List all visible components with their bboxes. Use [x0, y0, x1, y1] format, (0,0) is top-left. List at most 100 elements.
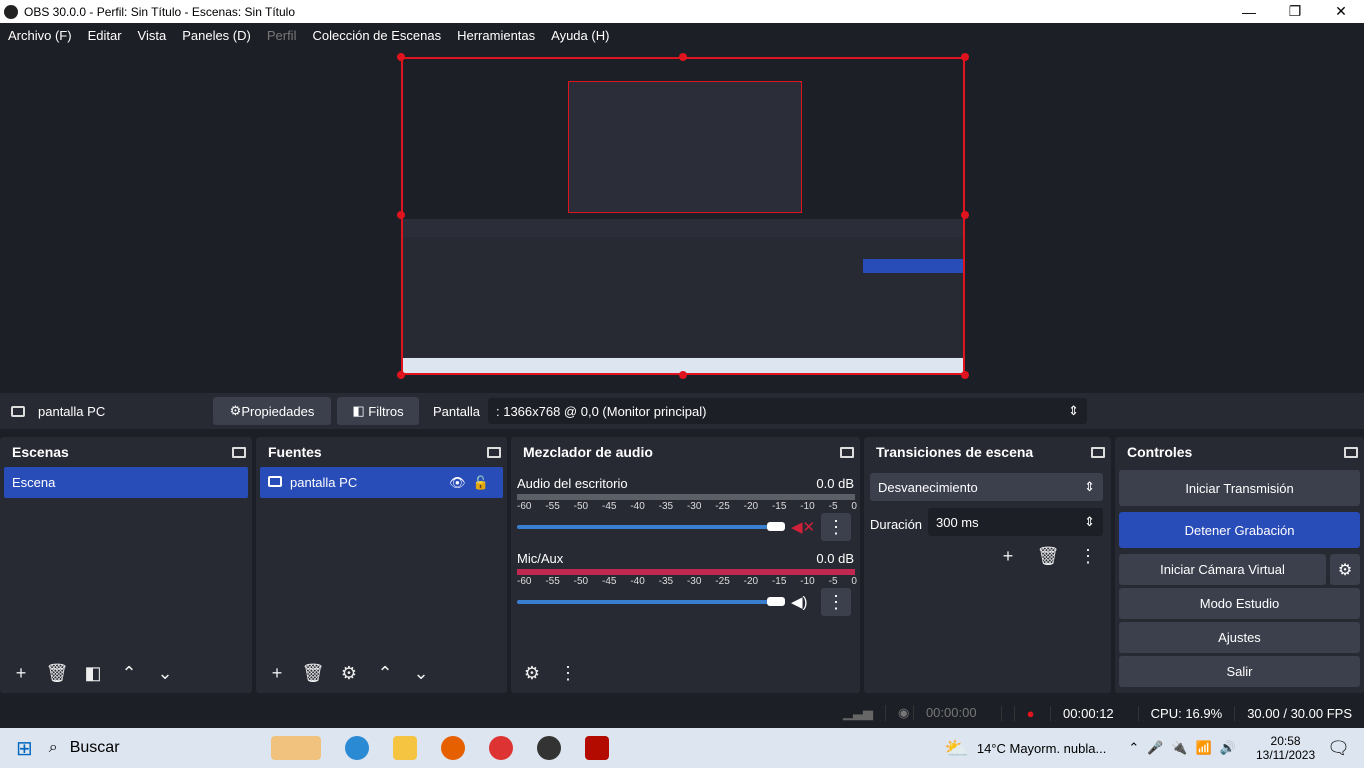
filter-icon: ◧	[352, 403, 369, 418]
add-icon[interactable]: +	[262, 659, 292, 687]
firefox-icon[interactable]	[440, 736, 465, 760]
meter-tick-label: -60	[517, 576, 532, 587]
menu-paneles[interactable]: Paneles (D)	[174, 28, 259, 43]
meter-tick-label: -15	[771, 501, 787, 512]
title-bar: OBS 30.0.0 - Perfil: Sin Título - Escena…	[0, 0, 1364, 23]
resize-handle[interactable]	[397, 371, 405, 379]
resize-handle[interactable]	[961, 211, 969, 219]
menu-editar[interactable]: Editar	[80, 28, 130, 43]
studio-mode-button[interactable]: Modo Estudio	[1119, 588, 1360, 619]
taskbar: ⊞ ⌕ Buscar ⛅ 14°C Mayorm. nubla... ⌃🎤🔌📶🔊 …	[0, 728, 1364, 768]
meter-tick-label: -5	[828, 501, 838, 512]
properties-button[interactable]: ⚙ Propiedades	[213, 397, 331, 425]
menu-perfil[interactable]: Perfil	[259, 28, 305, 43]
minimize-button[interactable]: —	[1226, 0, 1272, 23]
menu-dots-icon[interactable]: ⋮	[821, 513, 851, 541]
duration-spinbox[interactable]: 300 ms ⇕	[928, 508, 1103, 536]
clock[interactable]: 20:58 13/11/2023	[1256, 734, 1315, 762]
chevron-down-icon[interactable]: ⌄	[406, 659, 436, 687]
preview-source-capture[interactable]	[401, 57, 965, 375]
menu-archivo[interactable]: Archivo (F)	[0, 28, 80, 43]
start-streaming-button[interactable]: Iniciar Transmisión	[1119, 470, 1360, 506]
undock-icon[interactable]	[1091, 446, 1105, 458]
meter-tick-label: -55	[545, 576, 560, 587]
meter-tick-label: -25	[715, 501, 730, 512]
display-select[interactable]: : 1366x768 @ 0,0 (Monitor principal) ⇕	[487, 398, 1087, 424]
speaker-icon[interactable]: ◀)	[791, 593, 808, 611]
gear-icon[interactable]: ⚙	[1330, 554, 1360, 585]
menu-ayuda[interactable]: Ayuda (H)	[543, 28, 617, 43]
record-status: ● 00:00:12	[1000, 705, 1138, 721]
menu-dots-icon[interactable]: ⋮	[821, 588, 851, 616]
record-dot-icon: ●	[1013, 705, 1047, 721]
menu-herramientas[interactable]: Herramientas	[449, 28, 543, 43]
meter-tick-label: -10	[800, 576, 815, 587]
exit-button[interactable]: Salir	[1119, 656, 1360, 687]
add-icon[interactable]: +	[6, 659, 36, 687]
chevron-up-icon[interactable]: ⌃	[114, 659, 144, 687]
menu-dots-icon[interactable]: ⋮	[1073, 542, 1103, 570]
stop-recording-button[interactable]: Detener Grabación	[1119, 512, 1360, 548]
resize-handle[interactable]	[679, 371, 687, 379]
chevron-down-icon[interactable]: ⌄	[150, 659, 180, 687]
weather-text[interactable]: 14°C Mayorm. nubla...	[977, 741, 1106, 756]
muted-speaker-icon[interactable]: ◀✕	[791, 518, 815, 536]
chrome-icon[interactable]	[488, 736, 513, 760]
volume-slider[interactable]	[517, 600, 781, 604]
obs-icon[interactable]	[536, 736, 561, 760]
filters-button[interactable]: ◧ Filtros	[337, 397, 419, 425]
undock-icon[interactable]	[232, 446, 246, 458]
add-icon[interactable]: +	[993, 542, 1023, 570]
volume-slider[interactable]	[517, 525, 781, 529]
maximize-button[interactable]: ❐	[1272, 0, 1318, 23]
transition-select[interactable]: Desvanecimiento ⇕	[870, 473, 1103, 501]
resize-handle[interactable]	[397, 211, 405, 219]
start-virtual-camera-button[interactable]: Iniciar Cámara Virtual	[1119, 554, 1326, 585]
undock-icon[interactable]	[487, 446, 501, 458]
selected-source-name: pantalla PC	[38, 403, 106, 419]
settings-button[interactable]: Ajustes	[1119, 622, 1360, 653]
eye-icon[interactable]: 👁	[449, 475, 466, 490]
trash-icon[interactable]: 🗑	[42, 659, 72, 687]
scene-item[interactable]: Escena	[4, 467, 248, 498]
chevron-up-icon[interactable]: ⌃	[370, 659, 400, 687]
advanced-audio-gear-icon[interactable]: ⚙	[517, 659, 547, 687]
display-label: Pantalla	[433, 403, 480, 419]
file-explorer-icon[interactable]	[392, 736, 417, 760]
meter-tick-label: -30	[686, 576, 702, 587]
edge-icon[interactable]	[344, 736, 369, 760]
menu-bar: Archivo (F) Editar Vista Paneles (D) Per…	[0, 23, 1364, 47]
controls-dock: Controles Iniciar Transmisión Detener Gr…	[1115, 437, 1364, 693]
resize-handle[interactable]	[679, 53, 687, 61]
gear-icon[interactable]: ⚙	[334, 659, 364, 687]
acrobat-icon[interactable]	[584, 736, 609, 760]
source-item[interactable]: pantalla PC 👁 🔓	[260, 467, 503, 498]
slider-knob[interactable]	[767, 597, 785, 606]
menu-vista[interactable]: Vista	[130, 28, 175, 43]
menu-dots-icon[interactable]: ⋮	[553, 659, 583, 687]
filter-icon[interactable]: ◧	[78, 659, 108, 687]
meter-tick-label: -60	[517, 501, 532, 512]
trash-icon[interactable]: 🗑	[1033, 542, 1063, 570]
menu-coleccion[interactable]: Colección de Escenas	[304, 28, 449, 43]
close-button[interactable]: ✕	[1318, 0, 1364, 23]
lock-icon[interactable]: 🔓	[473, 475, 489, 490]
resize-handle[interactable]	[961, 371, 969, 379]
signal-icon: ▁▃▅	[842, 705, 873, 720]
taskbar-search[interactable]: ⌕ Buscar	[49, 739, 259, 757]
meter-tick-label: -35	[658, 576, 674, 587]
resize-handle[interactable]	[397, 53, 405, 61]
undock-icon[interactable]	[1344, 446, 1358, 458]
undock-icon[interactable]	[840, 446, 854, 458]
meter-tick-label: -45	[601, 501, 617, 512]
windows-start-icon[interactable]: ⊞	[16, 736, 33, 761]
trash-icon[interactable]: 🗑	[298, 659, 328, 687]
scenes-dock: Escenas Escena + 🗑 ◧ ⌃ ⌄	[0, 437, 252, 693]
notification-icon[interactable]: 🗨	[1327, 738, 1350, 759]
tray-icons[interactable]: ⌃🎤🔌📶🔊	[1128, 740, 1244, 756]
channel-name: Mic/Aux	[517, 551, 564, 566]
slider-knob[interactable]	[767, 522, 785, 531]
dock-title: Fuentes	[268, 444, 322, 460]
meter-tick-label: -55	[545, 501, 560, 512]
resize-handle[interactable]	[961, 53, 969, 61]
